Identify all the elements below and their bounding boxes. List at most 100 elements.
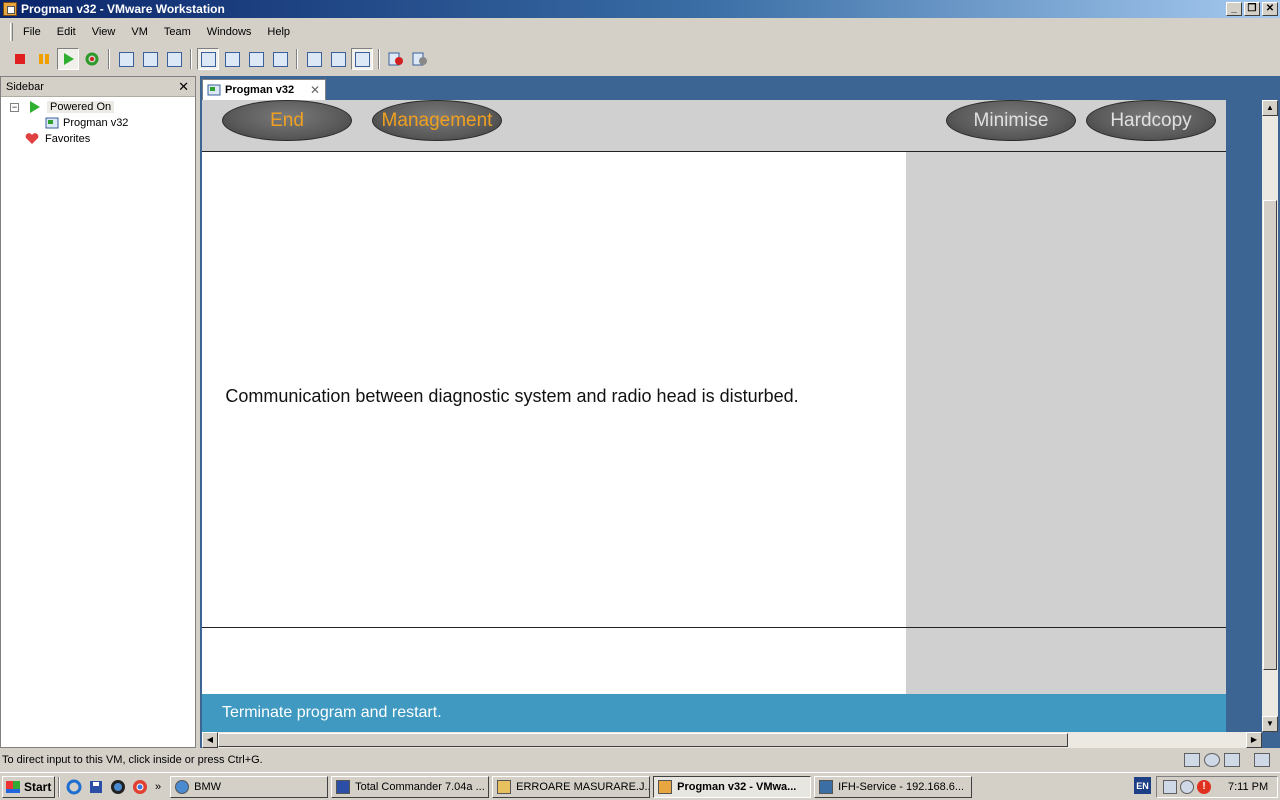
- clock[interactable]: 7:11 PM: [1228, 781, 1268, 793]
- task-label: BMW: [194, 780, 222, 793]
- minimize-window-button[interactable]: _: [1226, 2, 1242, 16]
- system-tray: ! 7:11 PM: [1156, 776, 1278, 798]
- window-title-bar[interactable]: Progman v32 - VMware Workstation _ ❐ ✕: [0, 0, 1280, 18]
- chrome-quicklaunch-icon[interactable]: [131, 778, 149, 796]
- close-sidebar-icon[interactable]: ✕: [178, 79, 189, 95]
- sidebar-item-powered-on[interactable]: − Powered On: [10, 99, 115, 115]
- reset-button[interactable]: [81, 48, 103, 70]
- start-label: Start: [24, 779, 52, 794]
- save-quicklaunch-icon[interactable]: [87, 778, 105, 796]
- task-label: Progman v32 - VMwa...: [677, 780, 797, 793]
- error-message: Communication between diagnostic system …: [225, 386, 799, 406]
- taskbar-item-total-commander[interactable]: Total Commander 7.04a ...: [331, 775, 490, 798]
- management-button[interactable]: Management: [372, 100, 502, 141]
- toolbar: [0, 46, 1280, 72]
- guest-status-text: Terminate program and restart.: [222, 704, 442, 721]
- tab-progman-v32[interactable]: Progman v32 ✕: [202, 79, 326, 100]
- record-icon: [388, 52, 403, 66]
- snapshot-manager-button[interactable]: [163, 48, 185, 70]
- full-screen-button[interactable]: [221, 48, 243, 70]
- scroll-up-button[interactable]: ▲: [1262, 100, 1278, 116]
- suspend-button[interactable]: [33, 48, 55, 70]
- menu-view[interactable]: View: [84, 26, 124, 38]
- device-status-icons: [1184, 753, 1270, 767]
- task-label: Total Commander 7.04a ...: [355, 780, 485, 793]
- taskbar-item-erroare-masurare[interactable]: ERROARE MASURARE.J...: [492, 775, 651, 798]
- alert-tray-icon[interactable]: !: [1197, 780, 1211, 794]
- power-off-button[interactable]: [9, 48, 31, 70]
- restore-window-button[interactable]: ❐: [1244, 2, 1260, 16]
- task-label: IFH-Service - 192.168.6...: [838, 780, 965, 793]
- hardcopy-button[interactable]: Hardcopy: [1086, 100, 1216, 141]
- pause-icon: [39, 54, 49, 64]
- full-screen-icon: [224, 51, 240, 67]
- show-sidebar-button[interactable]: [197, 48, 219, 70]
- quick-switch-button[interactable]: [245, 48, 267, 70]
- vmware-app-icon: [3, 2, 17, 16]
- appliance-view-button[interactable]: [327, 48, 349, 70]
- menu-edit[interactable]: Edit: [49, 26, 84, 38]
- sidebar-item-favorites[interactable]: Favorites: [25, 131, 90, 147]
- close-window-button[interactable]: ✕: [1262, 2, 1278, 16]
- sidebar-item-label: Progman v32: [63, 117, 129, 129]
- ie-quicklaunch-icon[interactable]: [65, 778, 83, 796]
- appliance-icon: [330, 51, 346, 67]
- sidebar-item-label: Favorites: [45, 133, 91, 145]
- network-adapter-icon[interactable]: [1224, 753, 1240, 767]
- end-button[interactable]: End: [222, 100, 352, 141]
- taskbar-item-progman-vmware[interactable]: Progman v32 - VMwa...: [653, 775, 812, 798]
- vertical-scroll-thumb[interactable]: [1263, 200, 1277, 670]
- sidebar-item-label: Powered On: [47, 101, 115, 113]
- snapshot-icon: [118, 51, 134, 67]
- close-tab-icon[interactable]: ✕: [310, 83, 320, 97]
- network-tray-icon[interactable]: [1163, 780, 1177, 794]
- summary-view-button[interactable]: [303, 48, 325, 70]
- menu-bar: File Edit View VM Team Windows Help: [0, 20, 1280, 44]
- revert-snapshot-button[interactable]: [139, 48, 161, 70]
- menu-help[interactable]: Help: [259, 26, 298, 38]
- quicklaunch-chevron-icon[interactable]: »: [155, 781, 161, 793]
- windows-logo-icon: [6, 780, 20, 793]
- message-log-icon[interactable]: [1254, 753, 1270, 767]
- menu-team[interactable]: Team: [156, 26, 199, 38]
- unity-button[interactable]: [269, 48, 291, 70]
- scroll-left-button[interactable]: ◀: [202, 732, 218, 748]
- vmware-icon: [658, 779, 673, 794]
- scroll-down-button[interactable]: ▼: [1262, 716, 1278, 732]
- snapshot-manager-icon: [166, 51, 182, 67]
- minimise-button[interactable]: Minimise: [946, 100, 1076, 141]
- window-title: Progman v32 - VMware Workstation: [21, 2, 225, 16]
- taskbar-item-bmw[interactable]: BMW: [170, 775, 329, 798]
- console-view-button[interactable]: [351, 48, 373, 70]
- quick-switch-icon: [248, 51, 264, 67]
- summary-icon: [306, 51, 322, 67]
- menu-windows[interactable]: Windows: [199, 26, 260, 38]
- cd-drive-icon[interactable]: [1204, 753, 1220, 767]
- heart-icon: [25, 133, 39, 144]
- bmw-quicklaunch-icon[interactable]: [109, 778, 127, 796]
- collapse-icon[interactable]: −: [10, 102, 19, 112]
- start-button[interactable]: Start: [2, 775, 55, 798]
- vm-console-screen[interactable]: End Management Minimise Hardcopy Communi…: [202, 100, 1226, 732]
- record-button[interactable]: [385, 48, 407, 70]
- revert-snapshot-icon: [142, 51, 158, 67]
- sidebar-item-progman-v32[interactable]: Progman v32: [45, 115, 128, 131]
- language-indicator[interactable]: EN: [1134, 777, 1151, 794]
- vm-tab-icon: [207, 84, 221, 95]
- horizontal-scroll-thumb[interactable]: [218, 733, 1068, 747]
- taskbar-item-ifh-service[interactable]: IFH-Service - 192.168.6...: [814, 775, 973, 798]
- sound-tray-icon[interactable]: [1180, 780, 1194, 794]
- guest-side-panel: [906, 152, 1226, 694]
- sidebar-icon: [200, 51, 216, 67]
- take-snapshot-button[interactable]: [115, 48, 137, 70]
- scroll-right-button[interactable]: ▶: [1246, 732, 1262, 748]
- reset-icon: [85, 52, 99, 66]
- hard-disk-icon[interactable]: [1184, 753, 1200, 767]
- ifh-service-icon: [819, 779, 834, 794]
- replay-button[interactable]: [409, 48, 431, 70]
- menu-file[interactable]: File: [15, 26, 49, 38]
- power-on-button[interactable]: [57, 48, 79, 70]
- status-bar: To direct input to this VM, click inside…: [0, 750, 1280, 770]
- sidebar-title: Sidebar: [6, 80, 44, 93]
- menu-vm[interactable]: VM: [123, 26, 156, 38]
